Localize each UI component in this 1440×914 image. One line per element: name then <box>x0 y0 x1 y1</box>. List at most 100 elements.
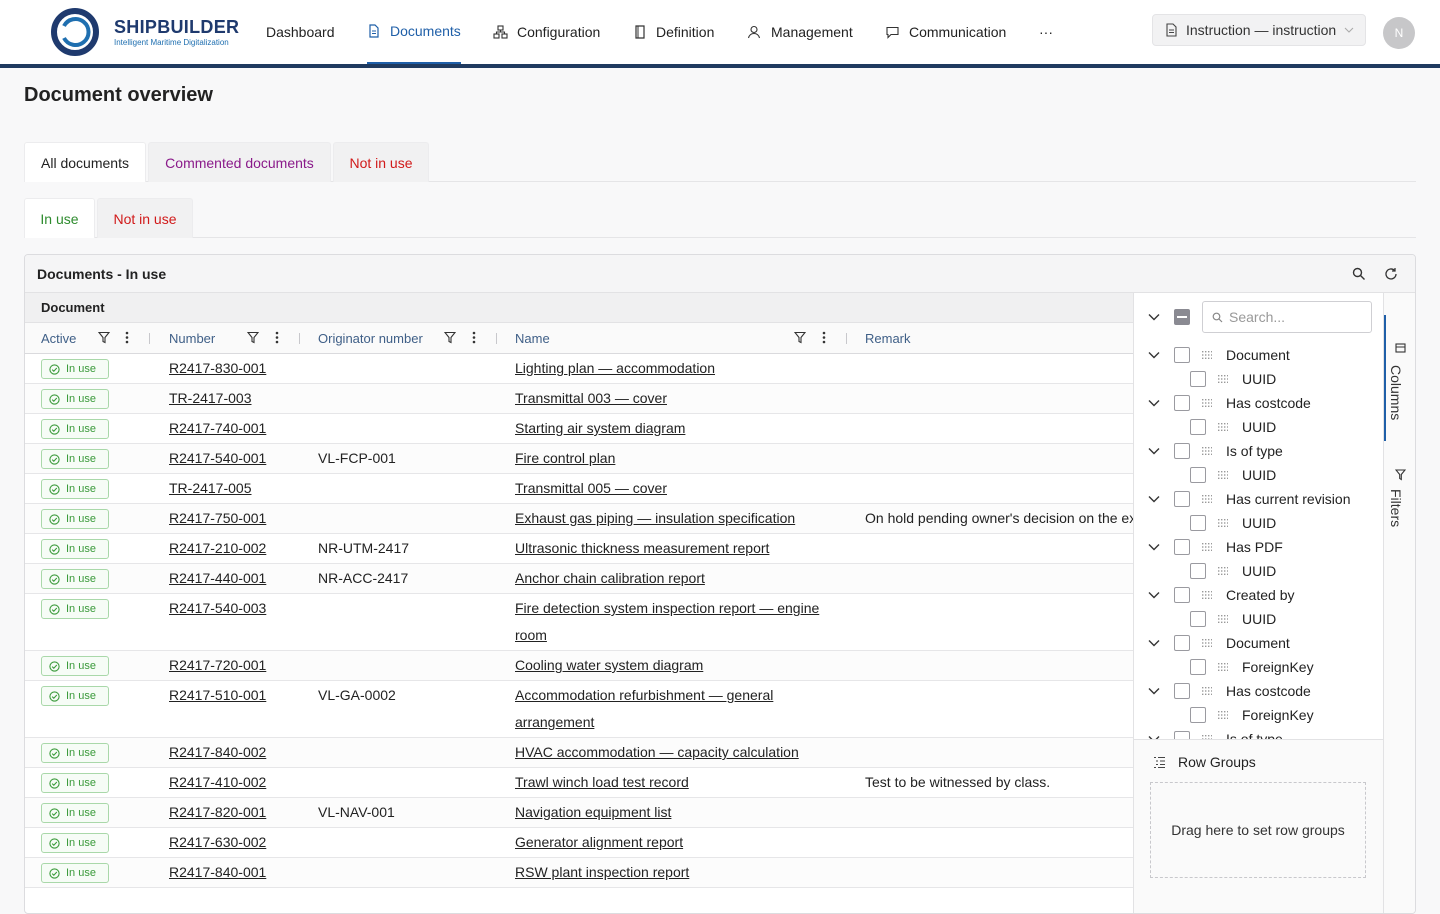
column-item[interactable]: UUID <box>1190 559 1276 583</box>
document-name-link[interactable]: Lighting plan — accommodation <box>515 355 835 382</box>
drag-handle-icon[interactable] <box>1202 638 1212 648</box>
table-row[interactable]: In use R2417-750-001 Exhaust gas piping — … <box>25 504 1133 534</box>
filter-icon[interactable] <box>444 331 456 344</box>
tab-commented-documents[interactable]: Commented documents <box>148 142 331 182</box>
document-number-link[interactable]: R2417-740-001 <box>169 415 266 442</box>
document-name-link[interactable]: Transmittal 003 — cover <box>515 385 835 412</box>
document-name-link[interactable]: Exhaust gas piping — insulation specific… <box>515 505 835 532</box>
column-group-item[interactable]: Created by <box>1148 583 1294 607</box>
document-name-link[interactable]: Anchor chain calibration report <box>515 565 835 592</box>
drag-handle-icon[interactable] <box>1202 398 1212 408</box>
column-checkbox[interactable] <box>1190 707 1206 723</box>
document-name-link[interactable]: Navigation equipment list <box>515 799 835 826</box>
table-row[interactable]: In use R2417-840-002 HVAC accommodation — … <box>25 738 1133 768</box>
search-icon[interactable] <box>1352 267 1366 281</box>
column-group-item[interactable]: Has costcode <box>1148 679 1311 703</box>
tab-in-use[interactable]: In use <box>24 198 95 238</box>
drag-handle-icon[interactable] <box>1202 350 1212 360</box>
avatar[interactable]: N <box>1383 17 1415 49</box>
column-menu-icon[interactable] <box>472 331 476 344</box>
tab-columns[interactable]: Columns <box>1384 337 1415 427</box>
column-header-active[interactable]: Active <box>41 331 76 346</box>
document-name-link[interactable]: Trawl winch load test record <box>515 769 835 796</box>
nav-management[interactable]: Management <box>747 0 853 64</box>
column-item[interactable]: UUID <box>1190 463 1276 487</box>
document-name-link[interactable]: HVAC accommodation — capacity calculatio… <box>515 739 835 766</box>
table-row[interactable]: In use R2417-540-003 Fire detection system… <box>25 594 1133 651</box>
column-header-number[interactable]: Number <box>169 331 215 346</box>
document-number-link[interactable]: TR-2417-003 <box>169 385 252 412</box>
column-menu-icon[interactable] <box>822 331 826 344</box>
column-checkbox[interactable] <box>1174 395 1190 411</box>
tab-all-documents[interactable]: All documents <box>24 142 146 182</box>
table-row[interactable]: In use R2417-720-001 Cooling water system … <box>25 651 1133 681</box>
document-name-link[interactable]: Accommodation refurbishment — general ar… <box>515 682 835 736</box>
document-number-link[interactable]: R2417-830-001 <box>169 355 266 382</box>
column-checkbox[interactable] <box>1190 611 1206 627</box>
column-header-originator-number[interactable]: Originator number <box>318 331 423 346</box>
drag-handle-icon[interactable] <box>1202 542 1212 552</box>
column-checkbox[interactable] <box>1190 563 1206 579</box>
table-row[interactable]: In use R2417-510-001 VL-GA-0002 Accommodati… <box>25 681 1133 738</box>
document-name-link[interactable]: Cooling water system diagram <box>515 652 835 679</box>
drag-handle-icon[interactable] <box>1202 494 1212 504</box>
chevron-down-icon[interactable] <box>1148 351 1160 359</box>
drag-handle-icon[interactable] <box>1218 566 1228 576</box>
document-number-link[interactable]: R2417-820-001 <box>169 799 266 826</box>
column-item[interactable]: ForeignKey <box>1190 655 1314 679</box>
table-row[interactable]: In use R2417-740-001 Starting air system d… <box>25 414 1133 444</box>
document-number-link[interactable]: R2417-440-001 <box>169 565 266 592</box>
column-checkbox[interactable] <box>1174 539 1190 555</box>
nav-documents[interactable]: Documents <box>367 0 461 64</box>
column-group-item[interactable]: Document <box>1148 631 1290 655</box>
table-row[interactable]: In use TR-2417-005 Transmittal 005 — cover <box>25 474 1133 504</box>
drag-handle-icon[interactable] <box>1218 470 1228 480</box>
document-name-link[interactable]: RSW plant inspection report <box>515 859 835 886</box>
filter-icon[interactable] <box>247 331 259 344</box>
refresh-icon[interactable] <box>1384 267 1398 281</box>
nav-configuration[interactable]: Configuration <box>493 0 600 64</box>
tab-not-in-use-secondary[interactable]: Not in use <box>97 198 193 238</box>
document-number-link[interactable]: R2417-630-002 <box>169 829 266 856</box>
drag-handle-icon[interactable] <box>1218 374 1228 384</box>
column-item[interactable]: UUID <box>1190 367 1276 391</box>
column-item[interactable]: ForeignKey <box>1190 703 1314 727</box>
document-number-link[interactable]: R2417-540-001 <box>169 445 266 472</box>
column-menu-icon[interactable] <box>275 331 279 344</box>
column-group-item[interactable]: Has PDF <box>1148 535 1283 559</box>
filter-icon[interactable] <box>794 331 806 344</box>
drag-handle-icon[interactable] <box>1202 446 1212 456</box>
document-number-link[interactable]: R2417-720-001 <box>169 652 266 679</box>
column-checkbox[interactable] <box>1174 443 1190 459</box>
column-checkbox[interactable] <box>1174 587 1190 603</box>
column-checkbox[interactable] <box>1190 659 1206 675</box>
column-checkbox[interactable] <box>1190 419 1206 435</box>
drag-handle-icon[interactable] <box>1202 590 1212 600</box>
table-row[interactable]: In use R2417-210-002 NR-UTM-2417 Ultrasonic… <box>25 534 1133 564</box>
chevron-down-icon[interactable] <box>1148 495 1160 503</box>
chevron-down-icon[interactable] <box>1148 543 1160 551</box>
drag-handle-icon[interactable] <box>1218 662 1228 672</box>
chevron-down-icon[interactable] <box>1148 591 1160 599</box>
document-number-link[interactable]: R2417-540-003 <box>169 595 266 622</box>
table-row[interactable]: In use R2417-840-001 RSW plant inspection … <box>25 858 1133 888</box>
document-number-link[interactable]: TR-2417-005 <box>169 475 252 502</box>
table-row[interactable]: In use R2417-630-002 Generator alignment r… <box>25 828 1133 858</box>
nav-communication[interactable]: Communication <box>885 0 1006 64</box>
document-number-link[interactable]: R2417-510-001 <box>169 682 266 709</box>
column-checkbox[interactable] <box>1174 683 1190 699</box>
table-row[interactable]: In use R2417-540-001 VL-FCP-001 Fire contro… <box>25 444 1133 474</box>
column-checkbox[interactable] <box>1174 635 1190 651</box>
nav-dashboard[interactable]: Dashboard <box>266 0 335 64</box>
column-item[interactable]: UUID <box>1190 415 1276 439</box>
table-row[interactable]: In use R2417-820-001 VL-NAV-001 Navigation … <box>25 798 1133 828</box>
row-groups-dropzone[interactable]: Drag here to set row groups <box>1150 782 1366 878</box>
document-name-link[interactable]: Fire detection system inspection report … <box>515 595 835 649</box>
chevron-down-icon[interactable] <box>1148 639 1160 647</box>
document-name-link[interactable]: Transmittal 005 — cover <box>515 475 835 502</box>
instruction-selector[interactable]: Instruction — instruction <box>1152 14 1366 46</box>
column-item[interactable]: UUID <box>1190 511 1276 535</box>
chevron-down-icon[interactable] <box>1148 399 1160 407</box>
document-name-link[interactable]: Fire control plan <box>515 445 835 472</box>
brand-logo[interactable]: SHIPBUILDER Intelligent Maritime Digital… <box>50 7 250 59</box>
